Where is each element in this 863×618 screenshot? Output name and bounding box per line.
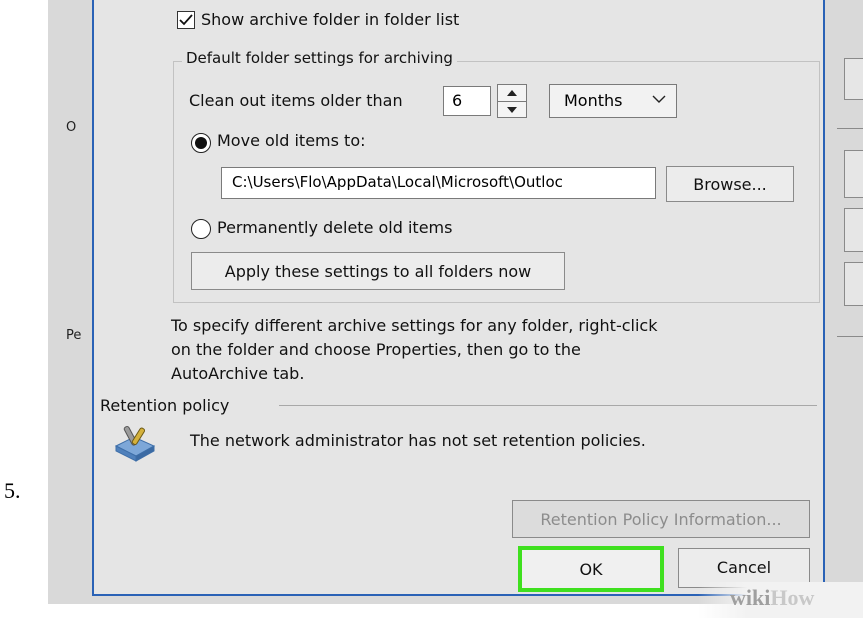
radio-selected-dot xyxy=(195,137,207,149)
retention-message: The network administrator has not set re… xyxy=(190,431,646,450)
checkmark-icon xyxy=(179,14,193,26)
spin-up-button[interactable] xyxy=(498,85,526,101)
watermark-part-2: How xyxy=(770,585,815,610)
clean-out-spinner[interactable] xyxy=(497,84,527,118)
show-archive-folder-label: Show archive folder in folder list xyxy=(201,10,460,29)
move-old-items-label: Move old items to: xyxy=(217,131,366,150)
wikihow-watermark: wikiHow xyxy=(730,585,814,611)
apply-all-folders-button[interactable]: Apply these settings to all folders now xyxy=(191,252,565,290)
move-old-items-radio[interactable] xyxy=(191,133,211,153)
background-button[interactable] xyxy=(844,262,863,306)
period-unit-value: Months xyxy=(564,91,623,110)
watermark-part-1: wiki xyxy=(730,585,771,610)
delete-old-items-radio[interactable] xyxy=(191,219,211,239)
retention-policy-info-button[interactable]: Retention Policy Information... xyxy=(512,500,810,538)
triangle-up-icon xyxy=(507,90,517,96)
info-line-1: To specify different archive settings fo… xyxy=(171,316,658,335)
browse-button[interactable]: Browse... xyxy=(666,166,794,202)
background-button[interactable] xyxy=(844,150,863,198)
retention-policy-title: Retention policy xyxy=(100,396,230,415)
group-title: Default folder settings for archiving xyxy=(182,49,457,67)
background-label-o: O xyxy=(66,120,77,135)
delete-old-items-label: Permanently delete old items xyxy=(217,218,453,237)
ok-button[interactable]: OK xyxy=(518,546,664,592)
triangle-down-icon xyxy=(507,107,517,113)
info-line-3: AutoArchive tab. xyxy=(171,364,305,383)
background-button[interactable] xyxy=(844,58,863,100)
background-button[interactable] xyxy=(844,208,863,252)
chevron-down-icon xyxy=(652,95,666,103)
info-line-2: on the folder and choose Properties, the… xyxy=(171,340,581,359)
retention-divider xyxy=(279,405,817,406)
step-number: 5. xyxy=(4,478,21,503)
show-archive-folder-checkbox[interactable] xyxy=(177,11,195,29)
clean-out-value-input[interactable]: 6 xyxy=(443,86,491,116)
clean-out-label: Clean out items older than xyxy=(189,91,403,110)
spin-down-button[interactable] xyxy=(498,102,526,118)
period-unit-dropdown[interactable]: Months xyxy=(549,84,677,118)
background-label-pe: Pe xyxy=(66,328,82,343)
archive-path-input[interactable]: C:\Users\Flo\AppData\Local\Microsoft\Out… xyxy=(221,167,656,199)
background-divider xyxy=(837,336,863,337)
autoarchive-dialog: Show archive folder in folder list Defau… xyxy=(92,0,825,596)
policy-tools-icon xyxy=(114,425,156,462)
background-divider xyxy=(837,128,863,129)
